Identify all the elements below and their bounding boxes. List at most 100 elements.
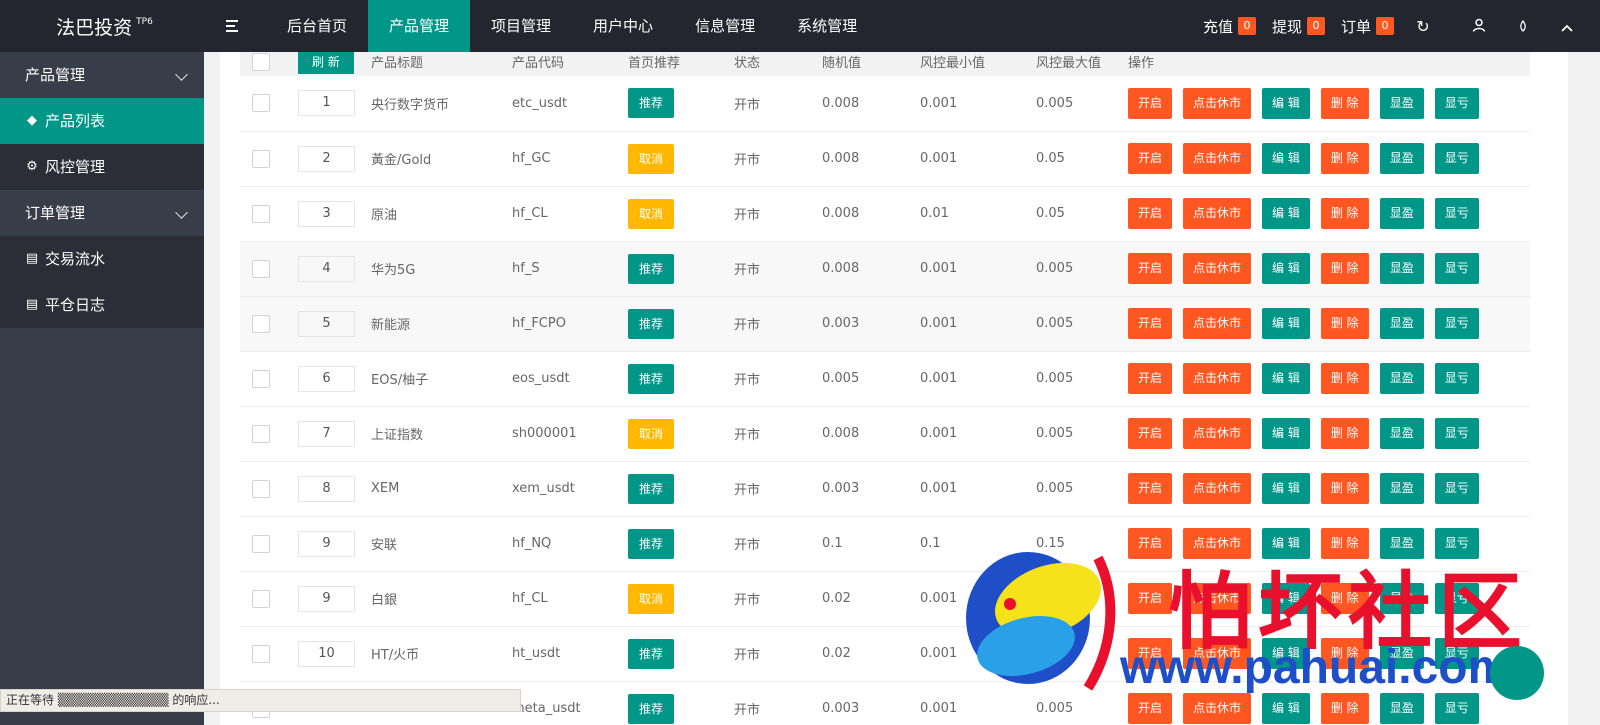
recommend-toggle[interactable]: 推荐	[628, 253, 675, 284]
tab-users[interactable]: 用户中心	[572, 0, 674, 52]
sort-input[interactable]: 9	[298, 530, 355, 557]
edit-button[interactable]: 编 辑	[1262, 693, 1310, 724]
show-loss-button[interactable]: 显亏	[1434, 198, 1479, 229]
edit-button[interactable]: 编 辑	[1262, 198, 1310, 229]
row-checkbox[interactable]	[252, 204, 270, 223]
recommend-toggle[interactable]: 推荐	[628, 528, 675, 559]
open-button[interactable]: 开启	[1128, 143, 1173, 174]
sort-input[interactable]: 9	[298, 585, 355, 612]
orders-link[interactable]: 订单 0	[1341, 16, 1394, 37]
refresh-icon[interactable]: ↻	[1408, 17, 1438, 36]
theme-icon[interactable]	[1508, 17, 1538, 36]
edit-button[interactable]: 编 辑	[1262, 87, 1310, 119]
delete-button[interactable]: 删 除	[1320, 473, 1369, 504]
tab-info[interactable]: 信息管理	[674, 0, 776, 52]
edit-button[interactable]: 编 辑	[1262, 143, 1310, 174]
sort-input[interactable]: 3	[298, 200, 355, 227]
delete-button[interactable]: 删 除	[1320, 528, 1369, 559]
open-button[interactable]: 开启	[1128, 198, 1173, 229]
edit-button[interactable]: 编 辑	[1262, 638, 1310, 669]
recharge-link[interactable]: 充值 0	[1203, 16, 1256, 37]
show-profit-button[interactable]: 显盈	[1379, 583, 1424, 614]
show-loss-button[interactable]: 显亏	[1434, 363, 1479, 394]
open-button[interactable]: 开启	[1128, 528, 1173, 559]
delete-button[interactable]: 删 除	[1320, 363, 1369, 394]
withdraw-link[interactable]: 提现 0	[1272, 16, 1325, 37]
row-checkbox[interactable]	[252, 644, 270, 663]
show-loss-button[interactable]: 显亏	[1434, 528, 1479, 559]
sort-input[interactable]: 6	[298, 365, 355, 392]
edit-button[interactable]: 编 辑	[1262, 363, 1310, 394]
show-loss-button[interactable]: 显亏	[1434, 418, 1479, 449]
close-market-button[interactable]: 点击休市	[1183, 253, 1252, 284]
sort-input[interactable]: 7	[298, 420, 355, 447]
open-button[interactable]: 开启	[1128, 253, 1173, 284]
close-market-button[interactable]: 点击休市	[1183, 308, 1252, 339]
show-loss-button[interactable]: 显亏	[1434, 308, 1479, 339]
close-market-button[interactable]: 点击休市	[1183, 583, 1252, 614]
show-profit-button[interactable]: 显盈	[1379, 253, 1424, 284]
close-market-button[interactable]: 点击休市	[1183, 693, 1252, 724]
delete-button[interactable]: 删 除	[1320, 693, 1369, 724]
show-loss-button[interactable]: 显亏	[1434, 87, 1479, 119]
sort-input[interactable]: 5	[298, 310, 355, 337]
show-loss-button[interactable]: 显亏	[1434, 583, 1479, 614]
recommend-toggle[interactable]: 取消	[628, 583, 675, 614]
recommend-toggle[interactable]: 推荐	[628, 473, 675, 504]
open-button[interactable]: 开启	[1128, 308, 1173, 339]
delete-button[interactable]: 删 除	[1320, 87, 1369, 119]
app-logo[interactable]: 法巴投资 TP6	[0, 0, 209, 52]
recommend-toggle[interactable]: 推荐	[628, 308, 675, 339]
open-button[interactable]: 开启	[1128, 473, 1173, 504]
delete-button[interactable]: 删 除	[1320, 418, 1369, 449]
edit-button[interactable]: 编 辑	[1262, 418, 1310, 449]
show-profit-button[interactable]: 显盈	[1379, 693, 1424, 724]
open-button[interactable]: 开启	[1128, 87, 1173, 119]
show-profit-button[interactable]: 显盈	[1379, 418, 1424, 449]
recommend-toggle[interactable]: 推荐	[628, 638, 675, 669]
sort-input[interactable]: 4	[298, 255, 355, 282]
tab-system[interactable]: 系统管理	[776, 0, 878, 52]
show-profit-button[interactable]: 显盈	[1379, 87, 1424, 119]
open-button[interactable]: 开启	[1128, 418, 1173, 449]
tab-projects[interactable]: 项目管理	[470, 0, 572, 52]
sort-input[interactable]: 1	[298, 90, 355, 117]
close-market-button[interactable]: 点击休市	[1183, 473, 1252, 504]
show-loss-button[interactable]: 显亏	[1434, 143, 1479, 174]
show-profit-button[interactable]: 显盈	[1379, 363, 1424, 394]
edit-button[interactable]: 编 辑	[1262, 583, 1310, 614]
delete-button[interactable]: 删 除	[1320, 198, 1369, 229]
close-market-button[interactable]: 点击休市	[1183, 198, 1252, 229]
show-profit-button[interactable]: 显盈	[1379, 638, 1424, 669]
sidebar-item-product-list[interactable]: ◆ 产品列表	[0, 98, 204, 144]
row-checkbox[interactable]	[252, 589, 270, 608]
delete-button[interactable]: 删 除	[1320, 638, 1369, 669]
chevron-up-icon[interactable]	[1552, 17, 1582, 36]
open-button[interactable]: 开启	[1128, 638, 1173, 669]
row-checkbox[interactable]	[252, 369, 270, 388]
sidebar-item-close-log[interactable]: ▤ 平仓日志	[0, 282, 204, 328]
edit-button[interactable]: 编 辑	[1262, 473, 1310, 504]
open-button[interactable]: 开启	[1128, 693, 1173, 724]
show-profit-button[interactable]: 显盈	[1379, 528, 1424, 559]
sidebar-item-risk[interactable]: ⚙ 风控管理	[0, 144, 204, 190]
show-profit-button[interactable]: 显盈	[1379, 308, 1424, 339]
menu-toggle-icon[interactable]	[226, 16, 242, 36]
close-market-button[interactable]: 点击休市	[1183, 418, 1252, 449]
sort-input[interactable]: 10	[298, 640, 355, 667]
show-loss-button[interactable]: 显亏	[1434, 693, 1479, 724]
show-profit-button[interactable]: 显盈	[1379, 198, 1424, 229]
recommend-toggle[interactable]: 取消	[628, 143, 675, 174]
refresh-button[interactable]: 刷 新	[298, 52, 354, 74]
open-button[interactable]: 开启	[1128, 363, 1173, 394]
user-icon[interactable]	[1464, 17, 1494, 36]
row-checkbox[interactable]	[252, 479, 270, 498]
sidebar-item-trade[interactable]: ▤ 交易流水	[0, 236, 204, 282]
delete-button[interactable]: 删 除	[1320, 253, 1369, 284]
page-scrollbar[interactable]	[1568, 52, 1600, 725]
close-market-button[interactable]: 点击休市	[1183, 363, 1252, 394]
recommend-toggle[interactable]: 取消	[628, 198, 675, 229]
close-market-button[interactable]: 点击休市	[1183, 87, 1252, 119]
recommend-toggle[interactable]: 推荐	[628, 363, 675, 394]
float-action-button[interactable]	[1490, 646, 1544, 700]
